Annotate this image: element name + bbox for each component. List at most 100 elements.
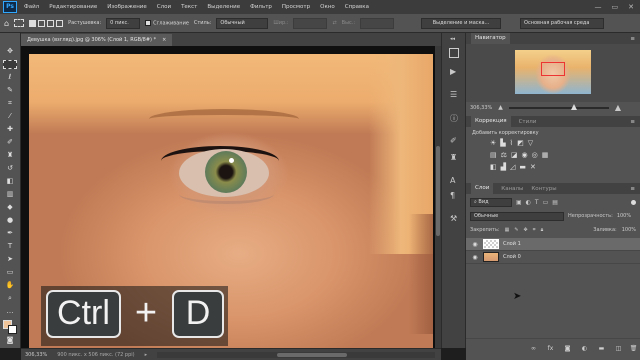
height-input[interactable] <box>360 17 395 29</box>
lock-position-icon[interactable]: ✥ <box>524 227 528 233</box>
menu-file[interactable]: Файл <box>19 4 44 10</box>
type-tool-icon[interactable]: T <box>3 242 17 251</box>
healing-brush-tool-icon[interactable]: ✚ <box>3 125 17 134</box>
quick-mask-icon[interactable]: ◙ <box>3 336 17 345</box>
brightness-contrast-icon[interactable]: ☀ <box>490 139 496 147</box>
new-layer-icon[interactable]: ◫ <box>614 345 623 353</box>
more-tools-icon[interactable]: … <box>3 307 17 316</box>
threshold-icon[interactable]: ◿ <box>510 163 515 171</box>
history-brush-tool-icon[interactable]: ↺ <box>3 164 17 173</box>
exposure-icon[interactable]: ◩ <box>517 139 524 147</box>
vibrance-icon[interactable]: ▽ <box>528 139 533 147</box>
opacity-value[interactable]: 100% <box>617 213 631 219</box>
path-selection-tool-icon[interactable]: ➤ <box>3 255 17 264</box>
navigator-preview[interactable] <box>466 44 640 102</box>
gradient-map-icon[interactable]: ▬ <box>519 163 526 171</box>
menu-layers[interactable]: Слои <box>152 4 176 10</box>
width-input[interactable] <box>293 17 328 29</box>
style-select[interactable]: Обычный <box>216 17 269 29</box>
antialias-checkbox[interactable]: Сглаживание <box>145 19 189 26</box>
history-panel-icon[interactable] <box>449 48 459 58</box>
posterize-icon[interactable]: ▟ <box>501 163 506 171</box>
maximize-button[interactable]: ▭ <box>612 3 619 11</box>
marquee-tool-icon[interactable] <box>3 60 17 69</box>
brush-panel-icon[interactable]: ✐ <box>450 136 457 145</box>
eraser-tool-icon[interactable]: ◧ <box>3 177 17 186</box>
clone-stamp-tool-icon[interactable]: ♜ <box>3 151 17 160</box>
horizontal-scrollbar[interactable] <box>157 351 435 358</box>
play-action-icon[interactable]: ▶ <box>450 67 456 76</box>
minimize-button[interactable]: — <box>595 3 602 11</box>
menu-type[interactable]: Текст <box>176 4 202 10</box>
channel-mixer-icon[interactable]: ◎ <box>532 151 538 159</box>
eyedropper-tool-icon[interactable]: ⁄ <box>3 112 17 121</box>
filter-toggle-icon[interactable] <box>631 199 636 205</box>
hand-tool-icon[interactable]: ✋ <box>3 281 17 290</box>
gradient-tool-icon[interactable]: ▥ <box>3 190 17 199</box>
navigator-view-box[interactable] <box>541 62 565 76</box>
panel-menu-icon[interactable]: ≡ <box>630 36 640 42</box>
pen-tool-icon[interactable]: ✒ <box>3 229 17 238</box>
menu-view[interactable]: Просмотр <box>277 4 315 10</box>
tab-channels[interactable]: Каналы <box>501 186 523 192</box>
tools-presets-icon[interactable]: ⚒ <box>450 214 457 223</box>
menu-help[interactable]: Справка <box>340 4 374 10</box>
blur-tool-icon[interactable]: ◆ <box>3 203 17 212</box>
blend-mode-select[interactable]: Обычные <box>470 211 564 221</box>
background-color-swatch[interactable] <box>8 325 17 334</box>
new-adjustment-layer-icon[interactable]: ◐ <box>580 345 589 353</box>
hue-saturation-icon[interactable]: ▤ <box>490 151 497 159</box>
menu-select[interactable]: Выделение <box>202 4 245 10</box>
lock-artboard-icon[interactable]: ⌗ <box>533 227 536 233</box>
curves-icon[interactable]: ⌇ <box>510 139 513 147</box>
layer-filter-select[interactable]: ⌕ Вид <box>470 197 512 207</box>
new-group-icon[interactable]: ▬ <box>597 345 606 353</box>
document-tab[interactable]: Девушка (взгляд).jpg @ 306% (Слой 1, RGB… <box>21 34 173 46</box>
black-white-icon[interactable]: ◪ <box>511 151 518 159</box>
filter-type-icon[interactable]: T <box>535 199 539 206</box>
workspace-select[interactable]: Основная рабочая среда <box>520 17 605 29</box>
tab-navigator[interactable]: Навигатор <box>471 33 510 44</box>
marquee-tool-preset-icon[interactable] <box>14 19 25 27</box>
lock-paint-icon[interactable]: ✎ <box>514 227 518 233</box>
tab-layers[interactable]: Слои <box>471 183 494 194</box>
selection-mode-icons[interactable] <box>29 19 64 27</box>
layer-name[interactable]: Слой 1 <box>503 241 521 247</box>
vertical-scroll-thumb[interactable] <box>436 146 440 236</box>
tab-adjustments[interactable]: Коррекция <box>471 116 511 127</box>
menu-window[interactable]: Окно <box>315 4 340 10</box>
select-and-mask-button[interactable]: Выделение и маска... <box>421 17 502 29</box>
menu-edit[interactable]: Редактирование <box>44 4 102 10</box>
zoom-tool-icon[interactable]: ⌕ <box>3 294 17 303</box>
swap-icon[interactable]: ⇄ <box>332 20 336 26</box>
filter-smart-icon[interactable]: ▤ <box>552 199 558 206</box>
layer-name[interactable]: Слой 0 <box>503 254 521 260</box>
filter-shape-icon[interactable]: ▭ <box>543 199 549 206</box>
lock-transparent-icon[interactable]: ▦ <box>505 227 510 233</box>
filter-pixel-icon[interactable]: ▣ <box>516 199 522 206</box>
visibility-eye-icon[interactable]: ◉ <box>471 254 479 261</box>
navigator-zoom-value[interactable]: 306,33% <box>470 105 492 111</box>
link-layers-icon[interactable]: ∞ <box>529 345 538 353</box>
clone-source-icon[interactable]: ♜ <box>450 153 457 162</box>
move-tool-icon[interactable]: ✥ <box>3 47 17 56</box>
zoom-in-icon[interactable]: ▲ <box>615 103 621 112</box>
photo-filter-icon[interactable]: ◉ <box>522 151 528 159</box>
feather-input[interactable]: 0 пикс. <box>106 17 141 29</box>
color-lookup-icon[interactable]: ▦ <box>542 151 549 159</box>
layer-row[interactable]: ◉ Слой 1 <box>466 238 640 251</box>
properties-panel-icon[interactable]: ☰ <box>450 90 457 99</box>
quick-select-tool-icon[interactable]: ✎ <box>3 86 17 95</box>
invert-icon[interactable]: ◧ <box>490 163 497 171</box>
panel-menu-icon[interactable]: ≡ <box>630 119 640 125</box>
status-arrow-icon[interactable]: ▸ <box>145 352 148 358</box>
close-tab-icon[interactable]: × <box>162 34 166 46</box>
fill-value[interactable]: 100% <box>622 227 636 233</box>
close-button[interactable]: ✕ <box>628 3 634 11</box>
trash-icon[interactable]: 🗑︎ <box>629 345 638 353</box>
levels-icon[interactable]: ▙ <box>500 139 505 147</box>
zoom-readout[interactable]: 306,33% <box>25 352 47 358</box>
lasso-tool-icon[interactable]: ℓ <box>3 73 17 82</box>
home-icon[interactable]: ⌂ <box>4 19 9 28</box>
info-panel-icon[interactable]: ⓘ <box>450 113 458 124</box>
